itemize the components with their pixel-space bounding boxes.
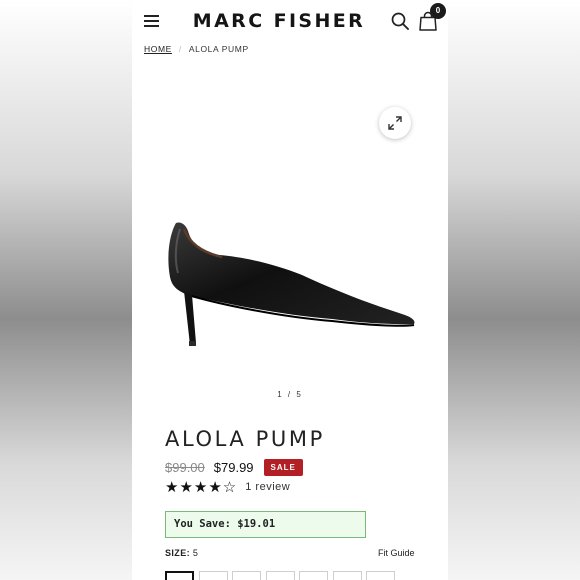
image-pager: 1 / 5 [277, 390, 303, 399]
price-row: $99.00 $79.99 SALE [165, 458, 303, 476]
menu-icon[interactable] [144, 15, 159, 27]
background-right [448, 0, 580, 580]
star-rating: ★★★★☆ [165, 478, 238, 496]
breadcrumb-separator: / [178, 44, 182, 54]
reviews-link[interactable]: 1 review [245, 481, 290, 493]
search-icon[interactable] [391, 12, 409, 30]
fit-guide-link[interactable]: Fit Guide [378, 548, 415, 558]
size-label-text: SIZE: [165, 548, 191, 558]
expand-icon [388, 116, 402, 130]
breadcrumb-home[interactable]: HOME [144, 44, 172, 54]
breadcrumb: HOME / ALOLA PUMP [144, 44, 249, 54]
size-option[interactable] [165, 571, 194, 580]
original-price: $99.00 [165, 459, 205, 475]
site-header: MARC FISHER 0 [132, 0, 448, 44]
breadcrumb-current: ALOLA PUMP [188, 44, 249, 54]
product-page: MARC FISHER 0 HOME / ALOLA PUMP 1 / 5 AL… [132, 0, 448, 580]
sale-badge: SALE [263, 458, 303, 476]
cart-count-badge[interactable]: 0 [430, 3, 446, 19]
selected-size-value: 5 [192, 548, 199, 558]
product-image-pump[interactable] [162, 215, 418, 355]
savings-banner: You Save: $19.01 [165, 511, 366, 538]
size-options [165, 571, 400, 580]
size-option[interactable] [299, 571, 328, 580]
size-option[interactable] [265, 571, 295, 580]
background-left [0, 0, 132, 580]
size-option[interactable] [232, 571, 261, 580]
size-option[interactable] [332, 571, 362, 580]
size-label: SIZE: 5 [165, 548, 198, 558]
rating-row: ★★★★☆ 1 review [165, 478, 290, 496]
size-option[interactable] [366, 571, 395, 580]
product-title: ALOLA PUMP [165, 427, 325, 451]
expand-image-button[interactable] [379, 107, 411, 139]
sale-price: $79.99 [213, 459, 254, 475]
size-option[interactable] [198, 571, 228, 580]
brand-logo[interactable]: MARC FISHER [186, 10, 372, 32]
